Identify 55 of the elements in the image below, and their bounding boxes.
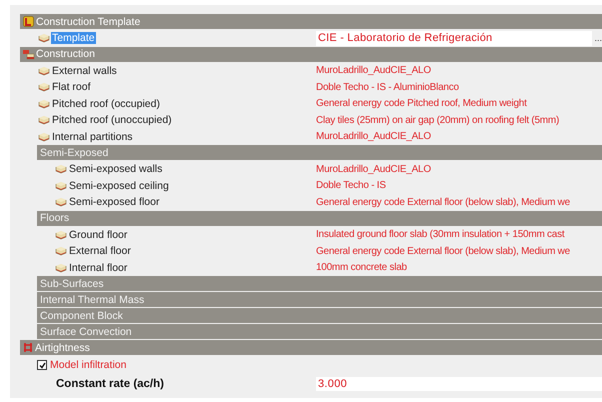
brick-icon <box>38 82 50 92</box>
brick-icon <box>38 115 50 126</box>
property-label[interactable]: Internal floor <box>68 262 128 274</box>
property-value[interactable]: 100mm concrete slab <box>316 262 407 274</box>
group-header[interactable]: Surface Convection <box>37 324 602 339</box>
section-title: Construction <box>36 48 95 60</box>
section-title: Airtightness <box>35 342 90 354</box>
property-value[interactable]: Insulated ground floor slab (30mm insulation + 150mm cast <box>316 229 564 240</box>
group-header[interactable]: Semi-Exposed <box>37 145 602 160</box>
property-label[interactable]: Pitched roof (unoccupied) <box>51 114 173 126</box>
brick-icon <box>38 33 50 44</box>
bricks-icon <box>22 48 35 60</box>
brick-icon <box>55 262 67 273</box>
group-header[interactable]: Component Block <box>37 308 602 323</box>
brick-icon <box>38 132 50 142</box>
template-field[interactable]: CIE - Laboratorio de Refrigeración <box>316 30 592 46</box>
field-label: Constant rate (ac/h) <box>56 378 164 390</box>
brick-icon <box>55 197 67 208</box>
property-label[interactable]: Template <box>51 32 96 44</box>
property-label[interactable]: Ground floor <box>68 228 128 241</box>
section-header[interactable]: Construction <box>20 46 602 62</box>
group-header[interactable]: Floors <box>37 210 602 226</box>
section-title: Construction Template <box>36 16 140 28</box>
brick-icon <box>55 180 67 191</box>
property-label[interactable]: External floor <box>68 245 132 258</box>
property-value[interactable]: Doble Techo - IS - AluminioBlanco <box>316 82 459 93</box>
brick-icon <box>55 164 67 174</box>
rate-field[interactable]: 3.000 <box>316 377 602 391</box>
property-value[interactable]: General energy code Pitched roof, Medium weight <box>316 98 527 110</box>
property-label[interactable]: Pitched roof (occupied) <box>51 98 161 110</box>
group-header[interactable]: Internal Thermal Mass <box>37 292 602 307</box>
brick-icon <box>55 230 67 240</box>
property-label[interactable]: Semi-exposed ceiling <box>68 180 170 192</box>
property-value[interactable]: MuroLadrillo_AudCIE_ALO <box>316 65 431 76</box>
property-label[interactable]: Flat roof <box>51 81 92 94</box>
section-header[interactable]: Airtightness <box>20 340 602 355</box>
checkbox[interactable] <box>37 360 47 370</box>
checkbox-label[interactable]: Model infiltration <box>50 359 126 371</box>
property-value[interactable]: Clay tiles (25mm) on air gap (20mm) on roofing felt (5mm) <box>316 114 560 126</box>
template-icon <box>23 16 34 27</box>
brick-icon <box>38 98 50 109</box>
property-label[interactable]: Internal partitions <box>51 130 134 143</box>
section-header[interactable]: Construction Template <box>20 14 602 29</box>
property-value[interactable]: General energy code External floor (below slab), Medium we <box>316 196 570 208</box>
brick-icon <box>38 66 50 76</box>
property-value[interactable]: MuroLadrillo_AudCIE_ALO <box>316 164 431 175</box>
browse-button[interactable]: ... <box>594 33 602 44</box>
property-label[interactable]: Semi-exposed floor <box>68 196 160 208</box>
property-value[interactable]: MuroLadrillo_AudCIE_ALO <box>316 131 431 142</box>
property-value[interactable]: General energy code External floor (below slab), Medium we <box>316 246 570 257</box>
property-value[interactable]: Doble Techo - IS <box>316 180 386 192</box>
group-header[interactable]: Sub-Surfaces <box>37 276 602 291</box>
property-label[interactable]: External walls <box>51 64 118 77</box>
property-label[interactable]: Semi-exposed walls <box>68 163 164 176</box>
brick-icon <box>55 246 67 256</box>
